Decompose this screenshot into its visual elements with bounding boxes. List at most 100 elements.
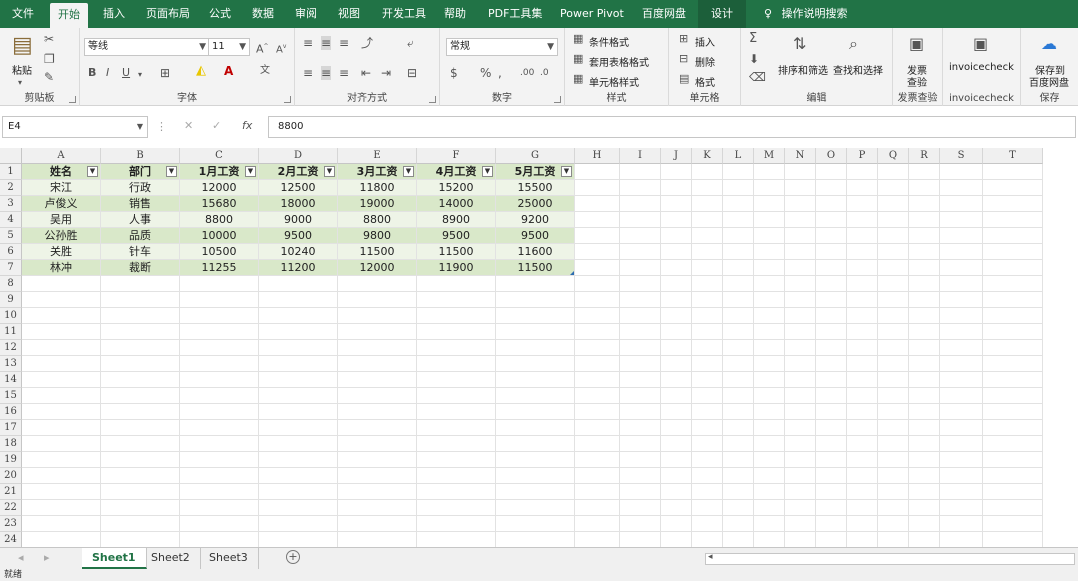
empty-cell[interactable] bbox=[101, 452, 180, 468]
table-cell[interactable]: 11200 bbox=[259, 260, 338, 276]
sheet-tab-sheet2[interactable]: Sheet2 bbox=[141, 548, 201, 569]
empty-cell[interactable] bbox=[575, 196, 620, 212]
empty-cell[interactable] bbox=[101, 500, 180, 516]
empty-cell[interactable] bbox=[847, 244, 878, 260]
row-header[interactable]: 21 bbox=[0, 484, 22, 500]
empty-cell[interactable] bbox=[575, 276, 620, 292]
empty-cell[interactable] bbox=[496, 500, 575, 516]
empty-cell[interactable] bbox=[620, 164, 661, 180]
empty-cell[interactable] bbox=[847, 340, 878, 356]
empty-cell[interactable] bbox=[785, 340, 816, 356]
empty-cell[interactable] bbox=[338, 516, 417, 532]
sheet-tab-sheet1[interactable]: Sheet1 bbox=[82, 548, 147, 569]
table-cell[interactable]: 9500 bbox=[259, 228, 338, 244]
empty-cell[interactable] bbox=[101, 436, 180, 452]
empty-cell[interactable] bbox=[692, 436, 723, 452]
empty-cell[interactable] bbox=[723, 308, 754, 324]
row-header[interactable]: 9 bbox=[0, 292, 22, 308]
empty-cell[interactable] bbox=[816, 484, 847, 500]
empty-cell[interactable] bbox=[723, 532, 754, 547]
empty-cell[interactable] bbox=[909, 324, 940, 340]
empty-cell[interactable] bbox=[754, 324, 785, 340]
empty-cell[interactable] bbox=[816, 500, 847, 516]
empty-cell[interactable] bbox=[575, 436, 620, 452]
font-launcher-icon[interactable] bbox=[284, 96, 291, 103]
empty-cell[interactable] bbox=[723, 516, 754, 532]
table-cell[interactable]: 15200 bbox=[417, 180, 496, 196]
empty-cell[interactable] bbox=[723, 388, 754, 404]
empty-cell[interactable] bbox=[661, 308, 692, 324]
empty-cell[interactable] bbox=[723, 436, 754, 452]
empty-cell[interactable] bbox=[847, 404, 878, 420]
empty-cell[interactable] bbox=[692, 180, 723, 196]
column-header[interactable]: O bbox=[816, 148, 847, 164]
empty-cell[interactable] bbox=[661, 324, 692, 340]
row-header[interactable]: 16 bbox=[0, 404, 22, 420]
empty-cell[interactable] bbox=[620, 308, 661, 324]
empty-cell[interactable] bbox=[417, 308, 496, 324]
column-header[interactable]: J bbox=[661, 148, 692, 164]
table-cell[interactable]: 9500 bbox=[417, 228, 496, 244]
underline-dropdown-icon[interactable]: ▾ bbox=[138, 68, 142, 82]
row-header[interactable]: 13 bbox=[0, 356, 22, 372]
empty-cell[interactable] bbox=[692, 260, 723, 276]
empty-cell[interactable] bbox=[620, 436, 661, 452]
empty-cell[interactable] bbox=[259, 436, 338, 452]
empty-cell[interactable] bbox=[22, 452, 101, 468]
table-cell[interactable]: 19000 bbox=[338, 196, 417, 212]
empty-cell[interactable] bbox=[338, 404, 417, 420]
empty-cell[interactable] bbox=[723, 276, 754, 292]
empty-cell[interactable] bbox=[909, 516, 940, 532]
empty-cell[interactable] bbox=[661, 516, 692, 532]
row-header[interactable]: 5 bbox=[0, 228, 22, 244]
empty-cell[interactable] bbox=[259, 420, 338, 436]
empty-cell[interactable] bbox=[180, 308, 259, 324]
empty-cell[interactable] bbox=[816, 340, 847, 356]
empty-cell[interactable] bbox=[417, 324, 496, 340]
empty-cell[interactable] bbox=[101, 404, 180, 420]
row-header[interactable]: 19 bbox=[0, 452, 22, 468]
table-cell[interactable]: 10240 bbox=[259, 244, 338, 260]
column-header[interactable]: I bbox=[620, 148, 661, 164]
tab-page-layout[interactable]: 页面布局 bbox=[138, 0, 198, 28]
table-cell[interactable]: 11800 bbox=[338, 180, 417, 196]
bold-icon[interactable]: B bbox=[88, 66, 96, 80]
empty-cell[interactable] bbox=[417, 404, 496, 420]
empty-cell[interactable] bbox=[417, 276, 496, 292]
empty-cell[interactable] bbox=[723, 356, 754, 372]
empty-cell[interactable] bbox=[847, 500, 878, 516]
table-cell[interactable]: 卢俊义 bbox=[22, 196, 101, 212]
column-header[interactable]: G bbox=[496, 148, 575, 164]
tab-view[interactable]: 视图 bbox=[330, 0, 368, 28]
empty-cell[interactable] bbox=[661, 212, 692, 228]
empty-cell[interactable] bbox=[692, 212, 723, 228]
table-header-cell[interactable]: 姓名 ▼ bbox=[22, 164, 101, 180]
table-cell[interactable]: 11900 bbox=[417, 260, 496, 276]
empty-cell[interactable] bbox=[620, 228, 661, 244]
empty-cell[interactable] bbox=[180, 340, 259, 356]
empty-cell[interactable] bbox=[847, 516, 878, 532]
empty-cell[interactable] bbox=[22, 340, 101, 356]
empty-cell[interactable] bbox=[723, 468, 754, 484]
filter-dropdown-icon[interactable]: ▼ bbox=[166, 166, 177, 177]
font-color-icon[interactable]: A bbox=[224, 64, 233, 78]
empty-cell[interactable] bbox=[692, 356, 723, 372]
wrap-text-icon[interactable]: ⤶ bbox=[407, 36, 414, 50]
paste-button[interactable]: 粘贴 bbox=[12, 62, 32, 77]
empty-cell[interactable] bbox=[909, 212, 940, 228]
filter-dropdown-icon[interactable]: ▼ bbox=[561, 166, 572, 177]
empty-cell[interactable] bbox=[723, 452, 754, 468]
empty-cell[interactable] bbox=[101, 516, 180, 532]
empty-cell[interactable] bbox=[785, 196, 816, 212]
scroll-left-icon[interactable]: ◂ bbox=[18, 551, 24, 564]
empty-cell[interactable] bbox=[575, 324, 620, 340]
empty-cell[interactable] bbox=[338, 356, 417, 372]
empty-cell[interactable] bbox=[940, 244, 983, 260]
empty-cell[interactable] bbox=[785, 324, 816, 340]
format-cells-button[interactable]: 格式 bbox=[695, 74, 715, 89]
empty-cell[interactable] bbox=[909, 436, 940, 452]
empty-cell[interactable] bbox=[983, 260, 1043, 276]
empty-cell[interactable] bbox=[417, 340, 496, 356]
empty-cell[interactable] bbox=[847, 228, 878, 244]
empty-cell[interactable] bbox=[575, 388, 620, 404]
